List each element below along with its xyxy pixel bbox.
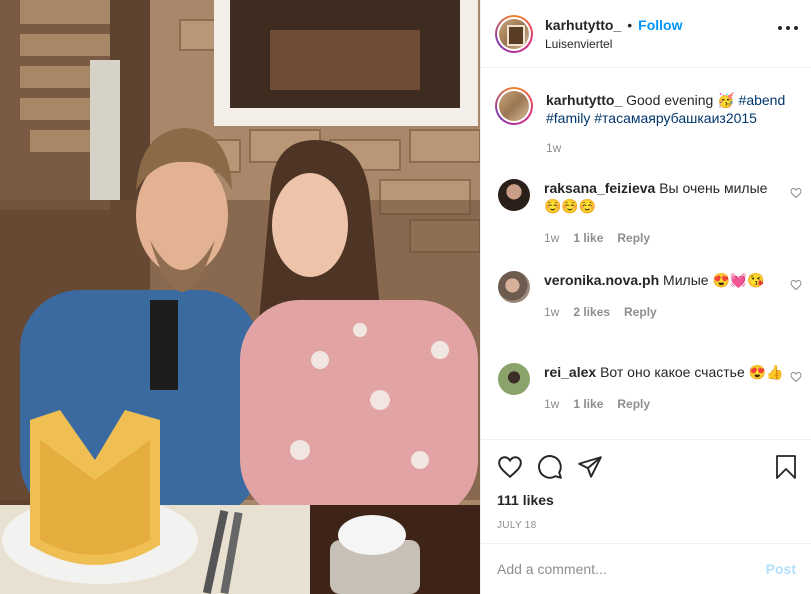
share-icon[interactable] [577, 454, 603, 480]
post-header: karhutytto_ • Follow Luisenviertel [481, 0, 811, 68]
caption: karhutytto_ Good evening 🥳 #abend #famil… [495, 87, 800, 157]
comment-likes[interactable]: 1 like [573, 395, 603, 413]
comment-time[interactable]: 1w [544, 395, 559, 413]
comment-username[interactable]: veronika.nova.ph [544, 272, 659, 288]
author-avatar[interactable] [495, 14, 533, 53]
comment-likes[interactable]: 2 likes [573, 303, 610, 321]
location-link[interactable]: Luisenviertel [545, 37, 682, 51]
post-photo[interactable] [0, 0, 480, 594]
caption-avatar[interactable] [495, 87, 533, 125]
more-icon[interactable] [778, 26, 798, 32]
add-comment-bar: Post [481, 543, 811, 594]
comment-text: Вот оно какое счастье [600, 364, 745, 380]
hashtag-shirt[interactable]: #тасамаярубашкаиз2015 [594, 110, 757, 126]
comment-item: rei_alex Вот оно какое счастье 😍👍 1w 1 l… [498, 363, 802, 413]
follow-button[interactable]: Follow [638, 17, 682, 33]
post-viewer: karhutytto_ • Follow Luisenviertel karhu… [0, 0, 811, 594]
heart-icon[interactable] [497, 454, 523, 480]
comment-input[interactable] [497, 561, 737, 577]
comment-text: Милые [663, 272, 709, 288]
reply-button[interactable]: Reply [617, 395, 650, 413]
comment-icon[interactable] [537, 454, 563, 480]
comment-time[interactable]: 1w [544, 303, 559, 321]
comment-username[interactable]: rei_alex [544, 364, 596, 380]
bookmark-icon[interactable] [774, 454, 798, 480]
caption-text: Good evening [626, 92, 714, 108]
heart-icon[interactable] [790, 371, 802, 383]
commenter-avatar[interactable] [498, 179, 530, 211]
post-date[interactable]: JULY 18 [497, 520, 537, 531]
post-side-panel: karhutytto_ • Follow Luisenviertel karhu… [480, 0, 811, 594]
comment-emoji: 😍👍 [748, 364, 784, 380]
comment-emoji: 😍💓😘 [712, 272, 765, 288]
reply-button[interactable]: Reply [617, 229, 650, 247]
caption-emoji: 🥳 [717, 92, 735, 108]
comment-item: raksana_feizieva Вы очень милые ☺️☺️☺️ 1… [498, 179, 802, 247]
separator-dot: • [627, 16, 633, 33]
commenter-avatar[interactable] [498, 363, 530, 395]
comment-item: veronika.nova.ph Милые 😍💓😘 1w 2 likes Re… [498, 271, 802, 321]
comments-section[interactable]: karhutytto_ Good evening 🥳 #abend #famil… [481, 69, 811, 439]
caption-time[interactable]: 1w [546, 139, 561, 157]
likes-count[interactable]: 111 likes [497, 492, 554, 508]
photo-illustration [0, 0, 480, 594]
commenter-avatar[interactable] [498, 271, 530, 303]
comment-time[interactable]: 1w [544, 229, 559, 247]
heart-icon[interactable] [790, 187, 802, 199]
author-username[interactable]: karhutytto_ [545, 17, 621, 33]
comment-likes[interactable]: 1 like [573, 229, 603, 247]
comment-text: Вы очень милые [659, 180, 768, 196]
caption-username[interactable]: karhutytto_ [546, 92, 622, 108]
post-button[interactable]: Post [766, 561, 796, 577]
comment-username[interactable]: raksana_feizieva [544, 180, 655, 196]
reply-button[interactable]: Reply [624, 303, 657, 321]
hashtag-family[interactable]: #family [546, 110, 590, 126]
comment-emoji: ☺️☺️☺️ [544, 198, 597, 214]
hashtag-abend[interactable]: #abend [739, 92, 786, 108]
heart-icon[interactable] [790, 279, 802, 291]
post-actions: 111 likes JULY 18 [481, 439, 811, 539]
